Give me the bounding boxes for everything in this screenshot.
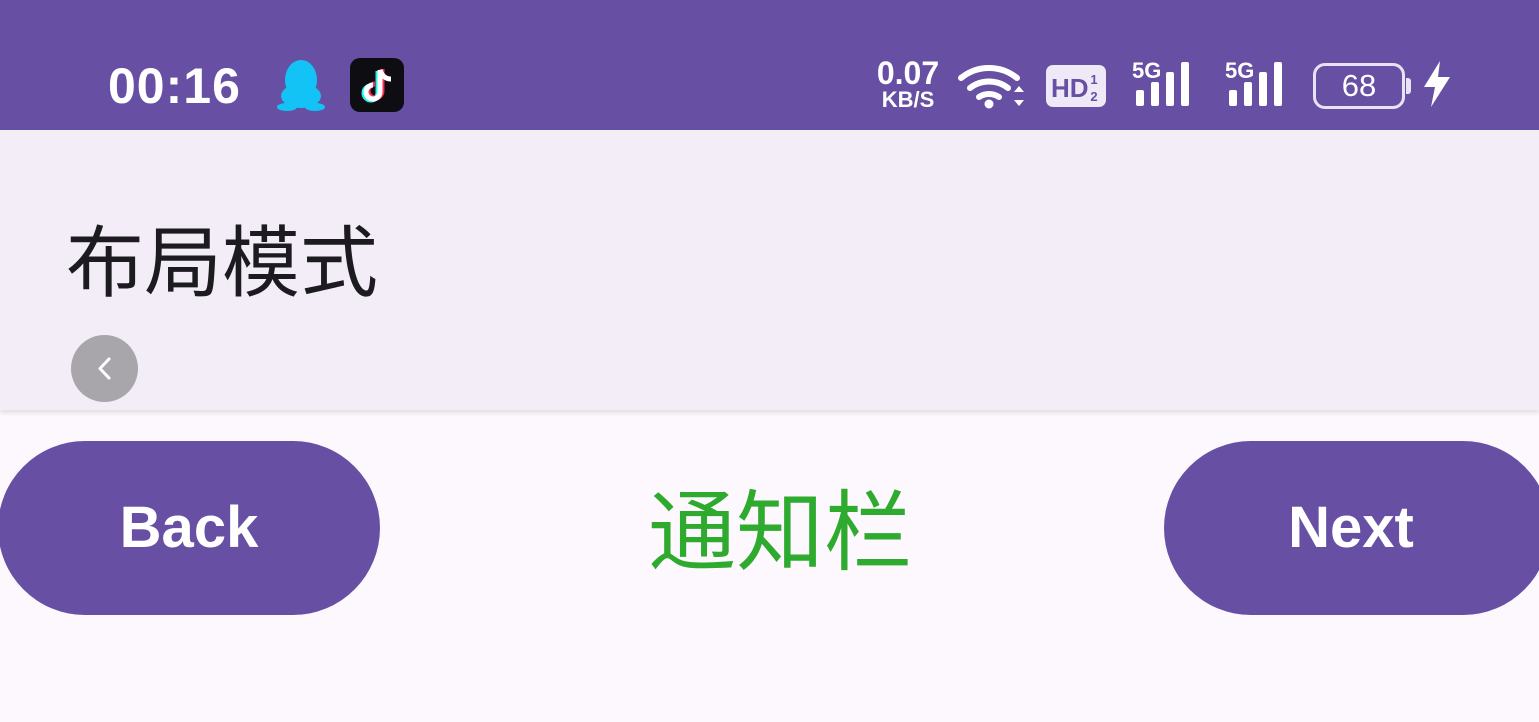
hd-badge-text: HD (1051, 73, 1089, 103)
top-app-bar: 布局模式 (0, 130, 1539, 410)
charging-bolt-icon (1424, 61, 1450, 107)
battery-level: 68 (1341, 68, 1377, 103)
back-button[interactable]: Back (0, 441, 380, 615)
svg-text:2: 2 (1090, 89, 1097, 104)
signal-5g-sim1-icon: 5G (1132, 58, 1189, 106)
battery-nub (1406, 78, 1411, 94)
center-label: 通知栏 (647, 481, 912, 584)
page-title: 布局模式 (66, 219, 379, 309)
status-time: 00:16 (108, 58, 241, 114)
network-speed: 0.07 KB/S (870, 55, 946, 114)
next-button[interactable]: Next (1164, 441, 1539, 615)
signal-1-label: 5G (1132, 58, 1161, 83)
status-bar: 00:16 0.07 KB/S HD 1 2 5G 5G 68 (0, 0, 1539, 130)
svg-text:1: 1 (1090, 72, 1097, 87)
chevron-left-icon (98, 357, 111, 380)
hd-badge-icon: HD 1 2 (1046, 65, 1106, 107)
signal-2-label: 5G (1225, 58, 1254, 83)
network-speed-unit: KB/S (881, 87, 935, 112)
network-speed-value: 0.07 (876, 55, 940, 91)
qq-icon (277, 60, 325, 111)
back-button-label: Back (119, 495, 259, 560)
tiktok-icon (350, 58, 404, 112)
back-navigation-button[interactable] (71, 335, 138, 402)
next-button-label: Next (1288, 495, 1414, 560)
battery-icon: 68 (1313, 63, 1411, 109)
wifi-icon (958, 65, 1024, 109)
signal-5g-sim2-icon: 5G (1225, 58, 1282, 106)
